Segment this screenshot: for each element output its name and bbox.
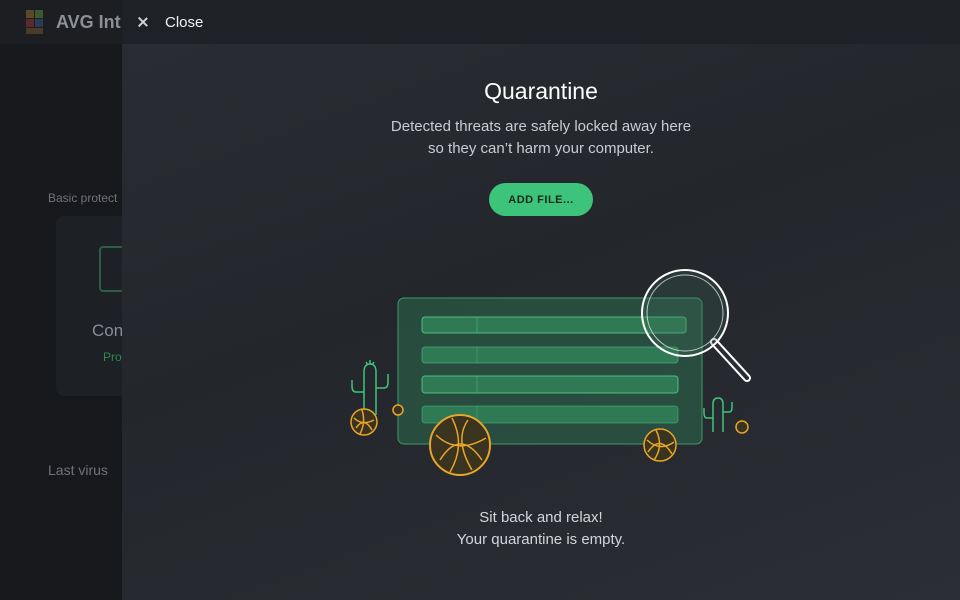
tumbleweed-icon xyxy=(392,404,404,416)
tumbleweed-icon xyxy=(350,408,378,436)
close-button[interactable]: Close xyxy=(138,10,203,34)
empty-line-2: Your quarantine is empty. xyxy=(456,531,626,548)
background-last-virus-label: Last virus xyxy=(48,462,108,478)
background-card-status: Pro xyxy=(103,350,122,364)
cactus-icon xyxy=(351,360,389,415)
subtitle-line-2: so they can’t harm your computer. xyxy=(428,140,654,157)
empty-state-message: Sit back and relax! Your quarantine is e… xyxy=(122,507,960,551)
panel-header: Close xyxy=(122,0,960,44)
background-card-title: Con xyxy=(92,321,124,340)
empty-line-1: Sit back and relax! xyxy=(479,509,603,526)
subtitle-line-1: Detected threats are safely locked away … xyxy=(390,118,692,135)
tumbleweed-icon xyxy=(643,428,677,462)
cactus-icon xyxy=(703,397,733,432)
tumbleweed-icon xyxy=(429,414,491,476)
empty-quarantine-illustration xyxy=(350,269,751,476)
page-subtitle: Detected threats are safely locked away … xyxy=(122,116,960,160)
background-brand: AVG Int xyxy=(56,12,121,32)
add-file-button[interactable]: ADD FILE... xyxy=(489,183,593,216)
background-section-label: Basic protect xyxy=(48,191,118,205)
avg-logo-icon xyxy=(26,10,43,34)
quarantine-panel: Close Quarantine Detected threats are sa… xyxy=(122,0,960,600)
page-title: Quarantine xyxy=(484,78,598,104)
close-icon[interactable] xyxy=(138,17,148,27)
tumbleweed-icon xyxy=(735,420,749,434)
close-label[interactable]: Close xyxy=(165,14,203,31)
